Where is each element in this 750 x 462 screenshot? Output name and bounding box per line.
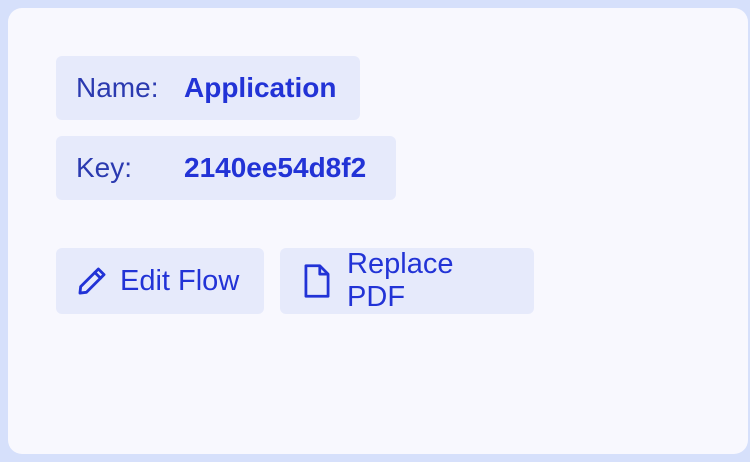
name-field: Name: Application bbox=[56, 56, 360, 120]
replace-pdf-label: Replace PDF bbox=[347, 248, 454, 313]
name-label: Name: bbox=[76, 72, 159, 103]
name-value: Application bbox=[184, 72, 337, 103]
key-value: 2140ee54d8f2 bbox=[184, 152, 367, 183]
pencil-icon bbox=[74, 263, 110, 299]
key-label: Key: bbox=[76, 152, 133, 183]
document-icon bbox=[302, 263, 331, 299]
edit-flow-button[interactable]: Edit Flow bbox=[56, 248, 264, 314]
replace-pdf-button[interactable]: Replace PDF bbox=[280, 248, 534, 314]
edit-flow-label: Edit Flow bbox=[120, 264, 240, 297]
key-field: Key: 2140ee54d8f2 bbox=[56, 136, 396, 200]
details-card: Name: Application Key: 2140ee54d8f2 Edit… bbox=[8, 8, 748, 454]
